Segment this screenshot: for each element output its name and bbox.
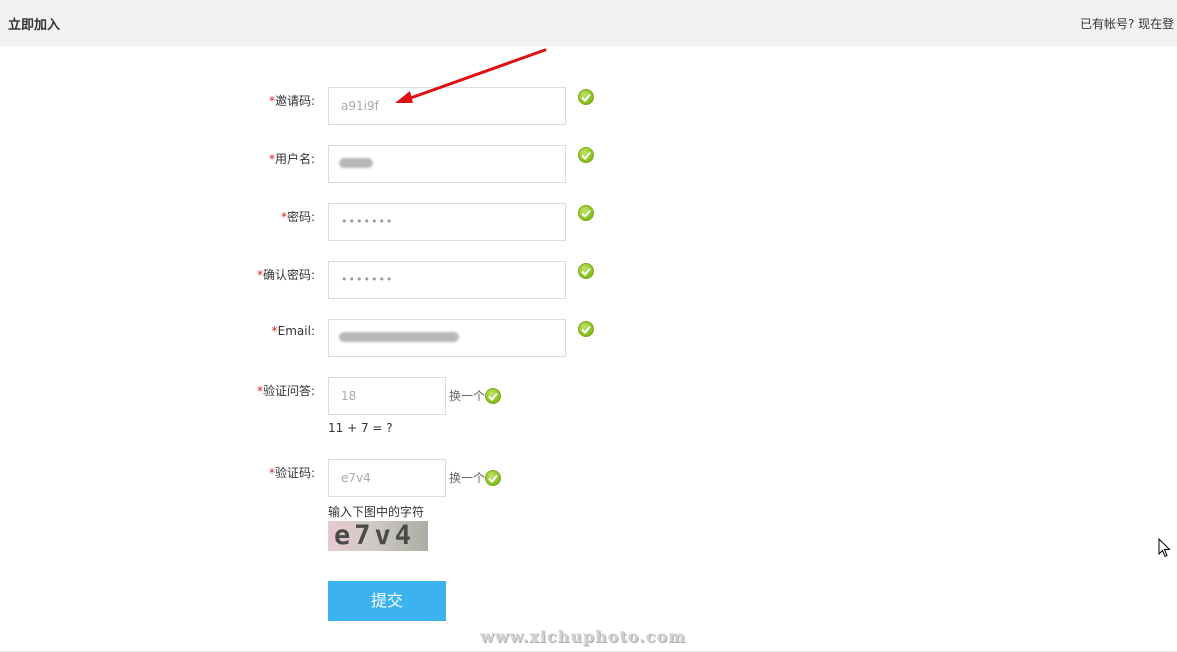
watermark: www.xichuphoto.com: [480, 627, 687, 646]
captcha-label-text: 验证码:: [274, 466, 315, 480]
username-label-text: 用户名:: [274, 152, 315, 166]
email-label: *Email:: [272, 324, 315, 338]
redacted-username: [339, 158, 373, 168]
check-circle-icon: [578, 263, 594, 279]
captcha-hint: 输入下图中的字符: [328, 505, 425, 519]
mouse-cursor-icon: [1158, 538, 1171, 558]
top-bar: 立即加入 已有帐号? 现在登: [0, 0, 1177, 46]
invite-code-label-text: 邀请码:: [274, 94, 315, 108]
check-circle-icon: [578, 147, 594, 163]
captcha-input[interactable]: e7v4: [328, 459, 446, 497]
check-circle-icon: [485, 470, 501, 486]
confirm-password-label-text: 确认密码:: [262, 268, 315, 282]
redacted-email: [339, 332, 459, 342]
verify-question-label-text: 验证问答:: [262, 384, 315, 398]
captcha-label: *验证码:: [269, 464, 315, 481]
invite-code-label: *邀请码:: [269, 92, 315, 109]
submit-button[interactable]: 提交: [328, 581, 446, 621]
confirm-password-input[interactable]: •••••••: [328, 261, 566, 299]
verify-question-text: 11 + 7 = ?: [328, 421, 393, 435]
password-label: *密码:: [281, 208, 315, 225]
check-circle-icon: [578, 205, 594, 221]
captcha-image[interactable]: e7v4: [328, 521, 428, 551]
switch-question-link[interactable]: 换一个: [449, 387, 485, 404]
verify-question-label: *验证问答:: [257, 382, 315, 399]
email-label-text: Email:: [277, 324, 315, 338]
login-link[interactable]: 已有帐号? 现在登: [1080, 15, 1174, 32]
captcha-image-text: e7v4: [334, 521, 416, 551]
username-input[interactable]: [328, 145, 566, 183]
email-input[interactable]: [328, 319, 566, 357]
invite-code-input[interactable]: a91i9f: [328, 87, 566, 125]
username-label: *用户名:: [269, 150, 315, 167]
check-circle-icon: [578, 89, 594, 105]
password-input[interactable]: •••••••: [328, 203, 566, 241]
confirm-password-label: *确认密码:: [257, 266, 315, 283]
login-link-text[interactable]: 已有帐号? 现在登: [1080, 17, 1174, 31]
page-title: 立即加入: [8, 18, 61, 33]
verify-answer-input[interactable]: 18: [328, 377, 446, 415]
switch-captcha-link[interactable]: 换一个: [449, 469, 485, 486]
check-circle-icon: [578, 321, 594, 337]
check-circle-icon: [485, 388, 501, 404]
password-label-text: 密码:: [286, 210, 315, 224]
